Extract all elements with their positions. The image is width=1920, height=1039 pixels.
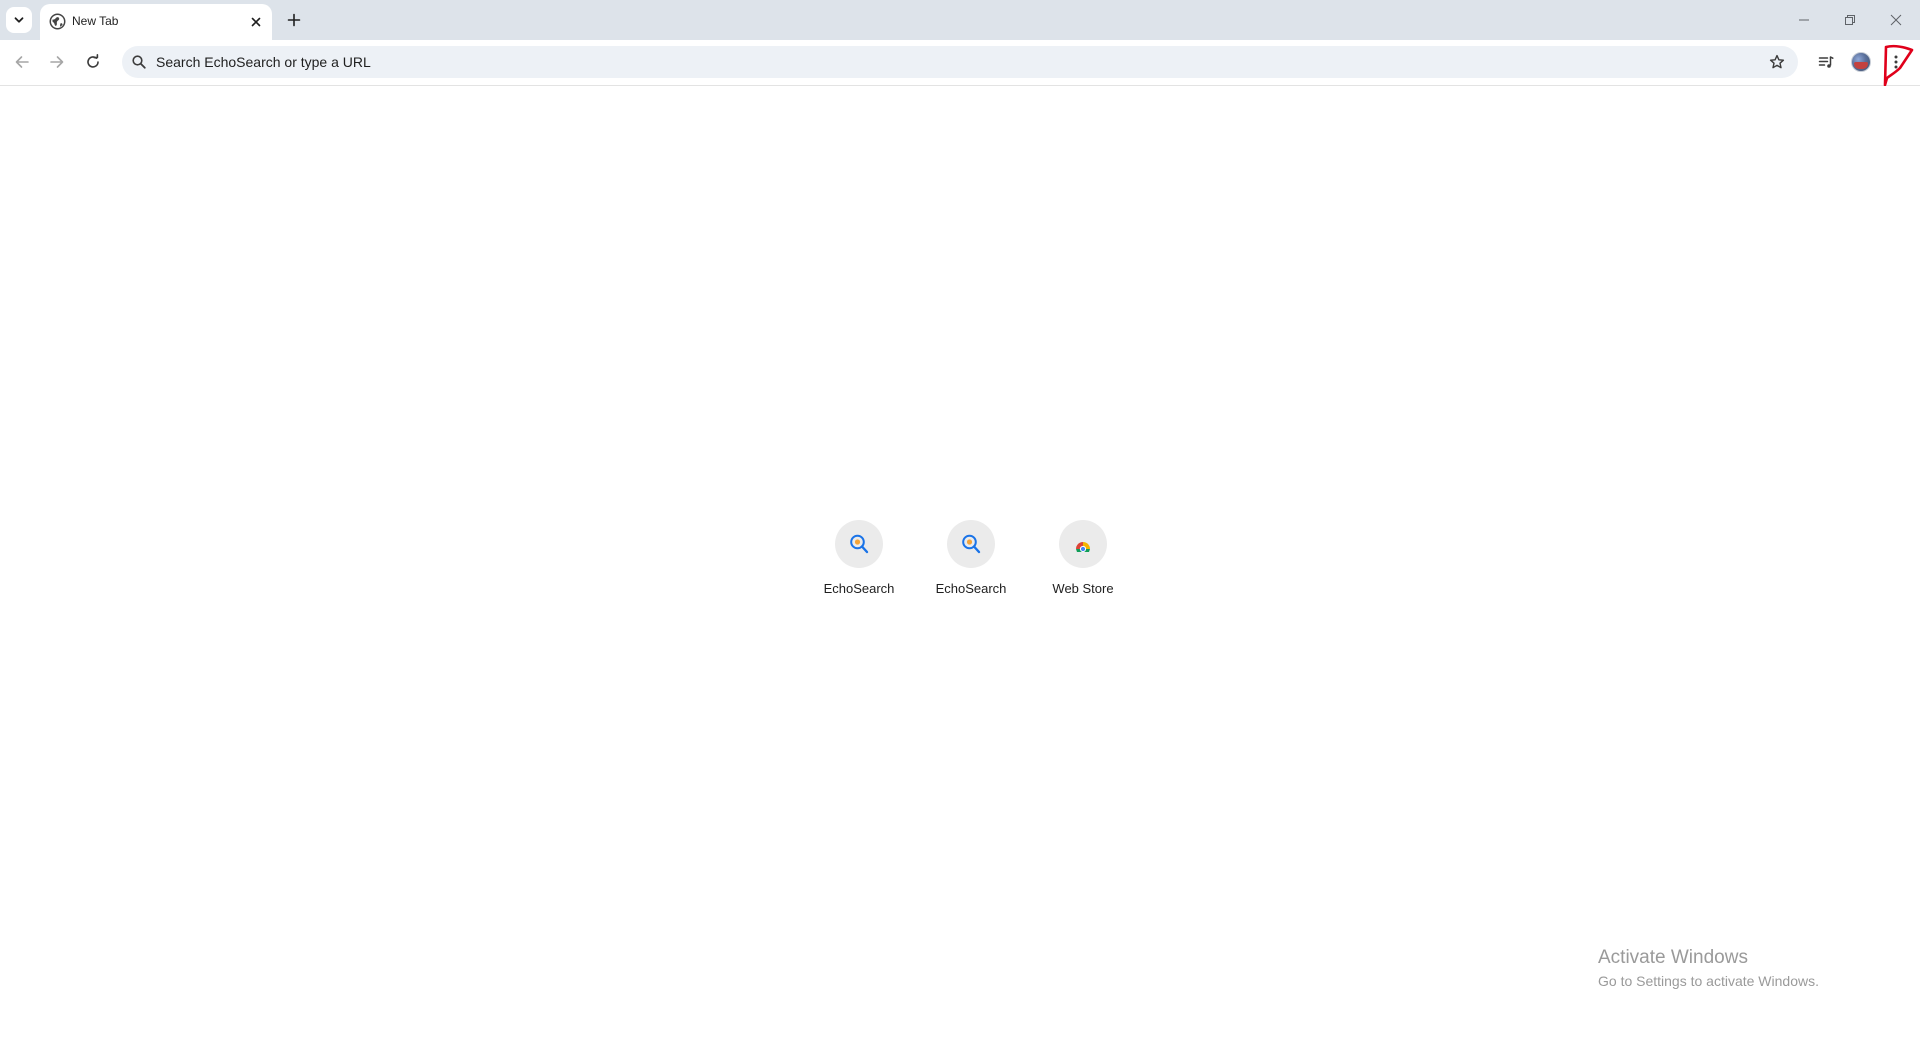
toolbar (0, 40, 1920, 86)
tab-strip: New Tab (0, 0, 1920, 40)
echosearch-icon (850, 534, 869, 554)
shortcut-echosearch[interactable]: EchoSearch (915, 511, 1027, 601)
omnibox[interactable] (122, 46, 1798, 78)
close-icon (251, 17, 261, 27)
web-store-icon (1076, 542, 1090, 553)
activation-watermark: Activate Windows Go to Settings to activ… (1598, 946, 1898, 991)
tab-close-button[interactable] (246, 12, 266, 32)
shortcut-label: EchoSearch (823, 581, 895, 596)
arrow-left-icon (15, 56, 29, 68)
arrow-right-icon (50, 56, 64, 68)
browser-window: New Tab Search EchoSearch or type a URL … (0, 0, 1920, 1039)
shortcut-label: Web Store (1052, 581, 1114, 596)
shortcut-label: EchoSearch (935, 581, 1007, 596)
search-icon (132, 55, 146, 69)
echosearch-icon (962, 534, 981, 554)
reload-button[interactable] (78, 47, 108, 77)
restore-icon (1845, 15, 1855, 25)
tab-search-button[interactable] (6, 7, 32, 33)
shortcuts-grid: EchoSearch EchoSearch Web Store (803, 511, 1114, 601)
media-queue-icon (1818, 56, 1834, 68)
reload-icon (87, 54, 99, 68)
minimize-icon (1799, 19, 1809, 21)
avatar (1851, 52, 1871, 72)
restore-button[interactable] (1827, 0, 1873, 40)
chevron-down-icon (14, 17, 24, 23)
tab-new-tab[interactable]: New Tab (40, 4, 272, 40)
minimize-button[interactable] (1781, 0, 1827, 40)
bookmark-button[interactable] (1766, 51, 1788, 73)
profile-button[interactable] (1846, 47, 1876, 77)
address-input[interactable] (156, 46, 1716, 78)
globe-icon (49, 13, 66, 30)
close-icon (1890, 14, 1902, 26)
media-controls-button[interactable] (1811, 47, 1841, 77)
tab-title: New Tab (72, 14, 119, 28)
shortcut-tile (947, 520, 995, 568)
forward-button[interactable] (42, 47, 72, 77)
shortcut-tile (835, 520, 883, 568)
shortcut-tile (1059, 520, 1107, 568)
watermark-subtitle: Go to Settings to activate Windows. (1598, 973, 1819, 989)
watermark-title: Activate Windows (1598, 947, 1748, 968)
shortcut-web-store[interactable]: Web Store (1027, 511, 1139, 601)
back-button[interactable] (7, 47, 37, 77)
shortcut-echosearch[interactable]: EchoSearch (803, 511, 915, 601)
new-tab-button[interactable] (280, 6, 308, 34)
close-window-button[interactable] (1873, 0, 1919, 40)
annotation-highlight-mark (1883, 44, 1914, 86)
plus-icon (287, 13, 301, 27)
star-icon (1769, 54, 1785, 69)
